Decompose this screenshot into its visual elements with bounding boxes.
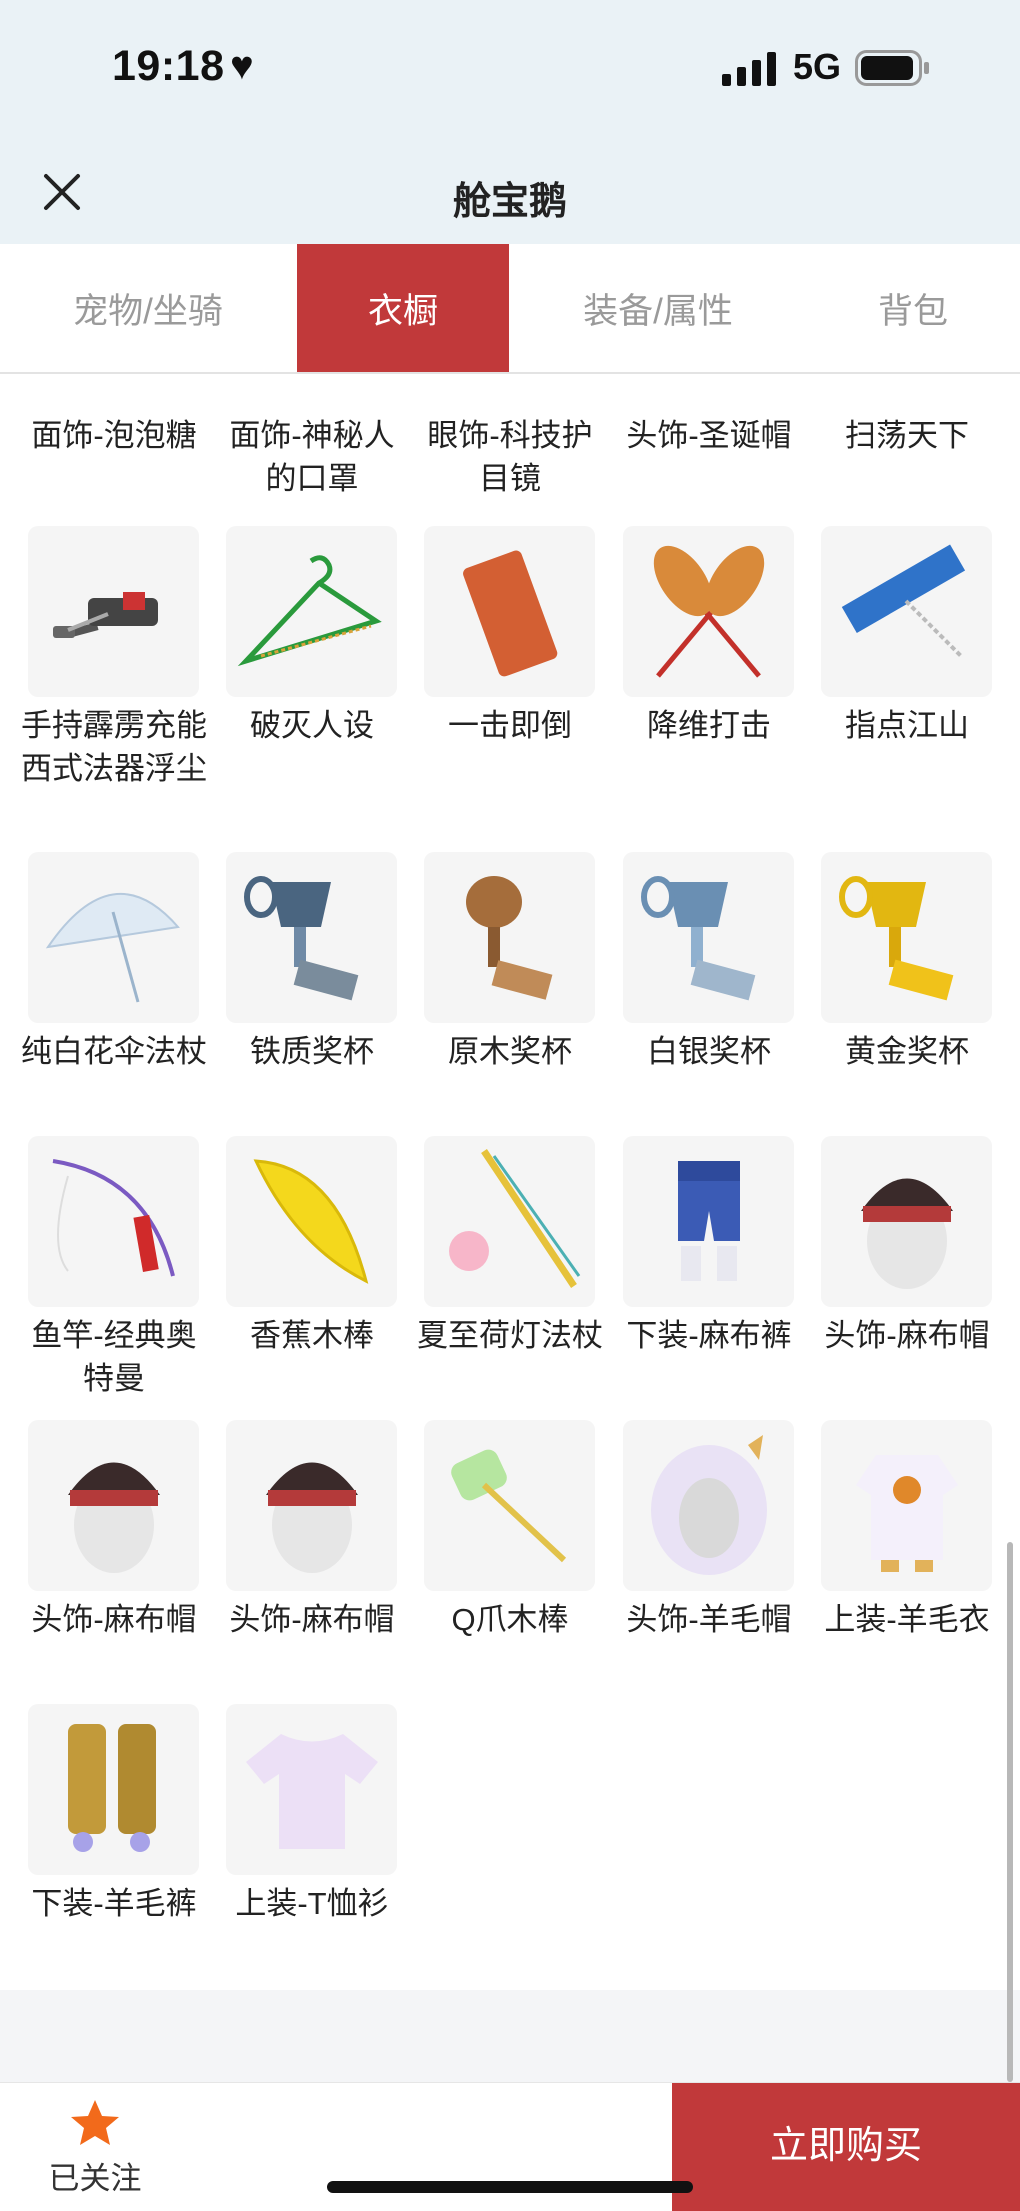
fishing-rod-icon [28, 1136, 199, 1307]
head-icon [28, 1420, 199, 1591]
head-icon [226, 1420, 397, 1591]
status-time: 19:18 [112, 42, 225, 90]
item-name: 头饰-麻布帽 [824, 1318, 990, 1353]
item-name: 扫荡天下 [845, 418, 969, 453]
item-name: 一击即倒 [448, 708, 572, 743]
suit-icon [821, 1420, 992, 1591]
follow-label: 已关注 [48, 2161, 142, 2196]
item-name: 降维打击 [647, 708, 771, 743]
item-name: 香蕉木棒 [250, 1318, 374, 1353]
status-bar: 19:18 ♥ 5G [0, 0, 1020, 140]
boots-icon [28, 1704, 199, 1875]
item-name: 手持霹雳充能西式法器浮尘 [21, 708, 207, 786]
trophy-icon [821, 852, 992, 1023]
sheep-hat-icon [623, 1420, 794, 1591]
home-indicator [327, 2181, 693, 2193]
item-name: 下装-羊毛裤 [31, 1886, 197, 1921]
item-name: 上装-T恤衫 [235, 1886, 389, 1921]
item-name: 上装-羊毛衣 [824, 1602, 990, 1637]
tab-bar: 宠物/坐骑 衣橱 装备/属性 背包 [0, 244, 1020, 374]
item-name: 夏至荷灯法杖 [417, 1318, 603, 1353]
banana-icon [226, 1136, 397, 1307]
hammer-icon [424, 1420, 595, 1591]
item-name: 黄金奖杯 [845, 1034, 969, 1069]
item-name: 破灭人设 [250, 708, 374, 743]
heart-icon: ♥ [230, 44, 254, 88]
tab-equipment[interactable]: 装备/属性 [552, 244, 764, 372]
tab-wardrobe[interactable]: 衣橱 [297, 244, 509, 372]
umbrella-icon [28, 852, 199, 1023]
trophy-icon [226, 852, 397, 1023]
list-footer [0, 1990, 1020, 2082]
buy-now-button[interactable]: 立即购买 [672, 2083, 1020, 2211]
nav-bar: 舱宝鹅 [0, 140, 1020, 244]
staff-icon [424, 1136, 595, 1307]
app-screen: { "status_bar": { "time": "19:18", "netw… [0, 0, 1020, 2211]
item-name: 眼饰-科技护目镜 [427, 418, 593, 496]
star-icon [71, 2100, 119, 2145]
item-name: 鱼竿-经典奥特曼 [31, 1318, 197, 1396]
trophy-icon [623, 852, 794, 1023]
feather-duster-icon [623, 526, 794, 697]
tshirt-icon [226, 1704, 397, 1875]
tab-backpack[interactable]: 背包 [807, 244, 1019, 372]
item-name: 原木奖杯 [448, 1034, 572, 1069]
item-name: Q爪木棒 [451, 1602, 569, 1637]
item-name: 头饰-麻布帽 [31, 1602, 197, 1637]
hanger-icon [226, 526, 397, 697]
follow-button[interactable]: 已关注 [40, 2097, 150, 2197]
item-name: 面饰-神秘人的口罩 [229, 418, 395, 496]
item-name: 面饰-泡泡糖 [31, 418, 197, 453]
item-name: 头饰-圣诞帽 [626, 418, 792, 453]
item-name: 铁质奖杯 [250, 1034, 374, 1069]
item-name: 指点江山 [845, 708, 969, 743]
item-name: 纯白花伞法杖 [21, 1034, 207, 1069]
tab-pets-mounts[interactable]: 宠物/坐骑 [42, 244, 254, 372]
vacuum-icon [28, 526, 199, 697]
page-title: 舱宝鹅 [452, 181, 567, 223]
battery-icon [855, 50, 929, 86]
head-icon [821, 1136, 992, 1307]
pants-icon [623, 1136, 794, 1307]
scrollbar[interactable] [1007, 1542, 1013, 2082]
sign-icon [821, 526, 992, 697]
item-grid: 面饰-泡泡糖 面饰-神秘人的口罩 眼饰-科技护目镜 头饰-圣诞帽 扫荡天下 手持… [0, 374, 1020, 1990]
item-name: 头饰-羊毛帽 [626, 1602, 792, 1637]
brick-icon [424, 526, 595, 697]
trophy-icon [424, 852, 595, 1023]
item-name: 白银奖杯 [647, 1034, 771, 1069]
network-type: 5G [793, 46, 842, 87]
item-name: 下装-麻布裤 [626, 1318, 792, 1353]
item-name: 头饰-麻布帽 [229, 1602, 395, 1637]
signal-icon [722, 52, 776, 86]
